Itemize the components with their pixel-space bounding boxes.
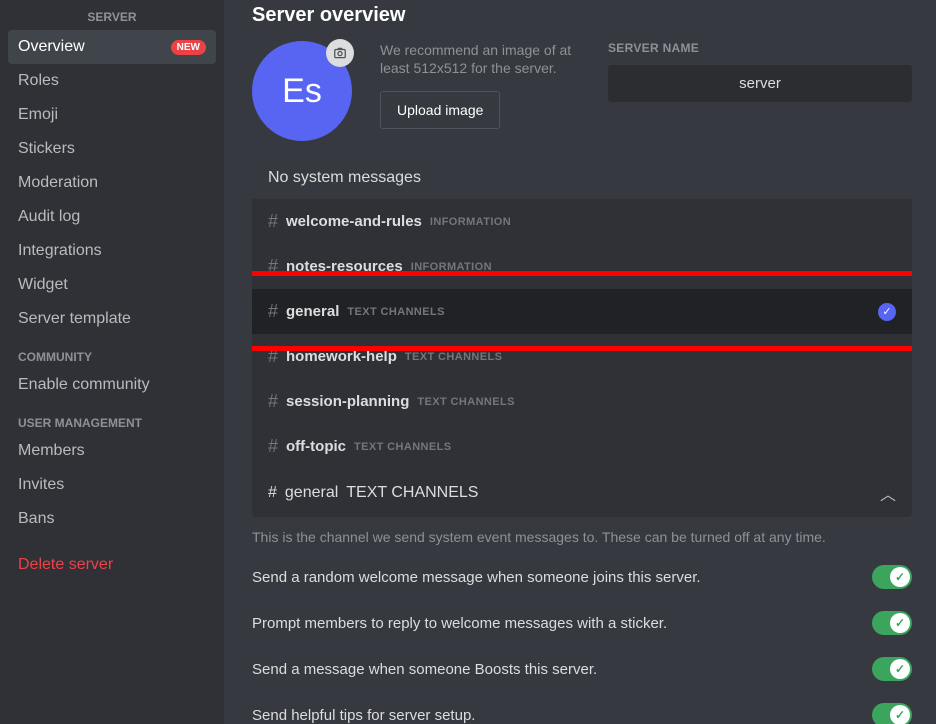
server-name-input[interactable] xyxy=(608,65,912,102)
sidebar-item-integrations[interactable]: Integrations xyxy=(8,234,216,268)
channel-name: homework-help xyxy=(286,348,397,365)
toggle-label: Prompt members to reply to welcome messa… xyxy=(252,615,667,632)
sidebar-item-overview[interactable]: Overview NEW xyxy=(8,30,216,64)
upload-col: We recommend an image of at least 512x51… xyxy=(380,41,580,141)
sidebar-item-emoji[interactable]: Emoji xyxy=(8,98,216,132)
channel-option-notes-resources[interactable]: # notes-resources INFORMATION xyxy=(252,244,912,289)
sidebar-item-label: Widget xyxy=(18,276,68,294)
sidebar-item-label: Integrations xyxy=(18,242,102,260)
toggle-row-3: Send helpful tips for server setup. ✓ xyxy=(252,703,912,724)
hash-icon: # xyxy=(268,484,277,502)
sidebar-item-audit-log[interactable]: Audit log xyxy=(8,200,216,234)
channel-category: TEXT CHANNELS xyxy=(354,441,451,453)
sidebar-item-label: Invites xyxy=(18,476,64,494)
sidebar-item-label: Members xyxy=(18,442,85,460)
channel-category: INFORMATION xyxy=(411,261,492,273)
channel-category: TEXT CHANNELS xyxy=(417,396,514,408)
settings-sidebar: SERVER Overview NEW Roles Emoji Stickers Mode… xyxy=(0,0,224,724)
upload-recommendation: We recommend an image of at least 512x51… xyxy=(380,41,580,77)
toggle-knob: ✓ xyxy=(890,659,910,679)
channel-option-welcome-and-rules[interactable]: # welcome-and-rules INFORMATION xyxy=(252,199,912,244)
selected-channel-name: general xyxy=(285,484,338,502)
toggle-label: Send a random welcome message when someo… xyxy=(252,569,701,586)
sidebar-item-moderation[interactable]: Moderation xyxy=(8,166,216,200)
sidebar-item-stickers[interactable]: Stickers xyxy=(8,132,216,166)
toggle-switch[interactable]: ✓ xyxy=(872,657,912,681)
hash-icon: # xyxy=(268,301,278,322)
server-name-col: SERVER NAME xyxy=(608,41,912,141)
upload-image-button[interactable]: Upload image xyxy=(380,91,500,129)
sidebar-item-label: Enable community xyxy=(18,376,150,394)
upload-image-icon[interactable] xyxy=(326,39,354,67)
channel-category: TEXT CHANNELS xyxy=(405,351,502,363)
hash-icon: # xyxy=(268,391,278,412)
sidebar-item-roles[interactable]: Roles xyxy=(8,64,216,98)
sidebar-item-label: Roles xyxy=(18,72,59,90)
sidebar-item-label: Stickers xyxy=(18,140,75,158)
avatar-initials: Es xyxy=(282,72,322,111)
sidebar-header-label: SERVER xyxy=(87,10,136,24)
toggle-switch[interactable]: ✓ xyxy=(872,611,912,635)
channel-option-off-topic[interactable]: # off-topic TEXT CHANNELS xyxy=(252,424,912,469)
sidebar-item-bans[interactable]: Bans xyxy=(8,502,216,536)
channel-name: session-planning xyxy=(286,393,409,410)
sidebar-section-server: SERVER xyxy=(8,4,216,30)
main-content: Server overview Es We recommend an image… xyxy=(224,0,936,724)
hash-icon: # xyxy=(268,211,278,232)
sidebar-item-widget[interactable]: Widget xyxy=(8,268,216,302)
server-avatar-wrap[interactable]: Es xyxy=(252,41,352,141)
toggle-row-2: Send a message when someone Boosts this … xyxy=(252,657,912,681)
new-badge: NEW xyxy=(171,40,206,55)
channel-option-general[interactable]: # general TEXT CHANNELS ✓ xyxy=(252,289,912,334)
system-channel-dropdown: No system messages # welcome-and-rules INF… xyxy=(252,157,912,517)
delete-server-button[interactable]: Delete server xyxy=(8,548,216,582)
system-channel-helper: This is the channel we send system event… xyxy=(252,529,912,545)
chevron-up-icon: ︿ xyxy=(880,481,896,505)
check-icon: ✓ xyxy=(878,303,896,321)
toggle-knob: ✓ xyxy=(890,613,910,633)
channel-name: off-topic xyxy=(286,438,346,455)
sidebar-item-label: Server template xyxy=(18,310,131,328)
page-title: Server overview xyxy=(252,4,912,27)
channel-option-session-planning[interactable]: # session-planning TEXT CHANNELS xyxy=(252,379,912,424)
toggle-switch[interactable]: ✓ xyxy=(872,703,912,724)
sidebar-section-community: COMMUNITY xyxy=(8,336,216,368)
sidebar-item-label: Emoji xyxy=(18,106,58,124)
sidebar-item-label: Bans xyxy=(18,510,54,528)
toggle-switch[interactable]: ✓ xyxy=(872,565,912,589)
toggle-knob: ✓ xyxy=(890,567,910,587)
dropdown-no-system-option[interactable]: No system messages xyxy=(252,157,912,199)
delete-server-label: Delete server xyxy=(18,556,113,574)
sidebar-section-user-management: USER MANAGEMENT xyxy=(8,402,216,434)
sidebar-item-members[interactable]: Members xyxy=(8,434,216,468)
toggle-label: Send helpful tips for server setup. xyxy=(252,707,475,724)
toggle-row-0: Send a random welcome message when someo… xyxy=(252,565,912,589)
toggle-row-1: Prompt members to reply to welcome messa… xyxy=(252,611,912,635)
channel-name: welcome-and-rules xyxy=(286,213,422,230)
channel-category: INFORMATION xyxy=(430,216,511,228)
sidebar-item-invites[interactable]: Invites xyxy=(8,468,216,502)
toggle-label: Send a message when someone Boosts this … xyxy=(252,661,597,678)
sidebar-item-label: Moderation xyxy=(18,174,98,192)
hash-icon: # xyxy=(268,436,278,457)
server-name-label: SERVER NAME xyxy=(608,41,912,55)
dropdown-selected-row[interactable]: # general TEXT CHANNELS ︿ xyxy=(252,469,912,517)
toggle-knob: ✓ xyxy=(890,705,910,724)
hash-icon: # xyxy=(268,346,278,367)
sidebar-item-label: Overview xyxy=(18,38,85,56)
channel-name: notes-resources xyxy=(286,258,403,275)
hash-icon: # xyxy=(268,256,278,277)
channel-name: general xyxy=(286,303,339,320)
channel-category: TEXT CHANNELS xyxy=(347,306,444,318)
sidebar-item-label: Audit log xyxy=(18,208,80,226)
sidebar-item-server-template[interactable]: Server template xyxy=(8,302,216,336)
sidebar-item-enable-community[interactable]: Enable community xyxy=(8,368,216,402)
channel-option-homework-help[interactable]: # homework-help TEXT CHANNELS xyxy=(252,334,912,379)
selected-channel-category: TEXT CHANNELS xyxy=(346,484,478,502)
server-header-row: Es We recommend an image of at least 512… xyxy=(252,41,912,141)
